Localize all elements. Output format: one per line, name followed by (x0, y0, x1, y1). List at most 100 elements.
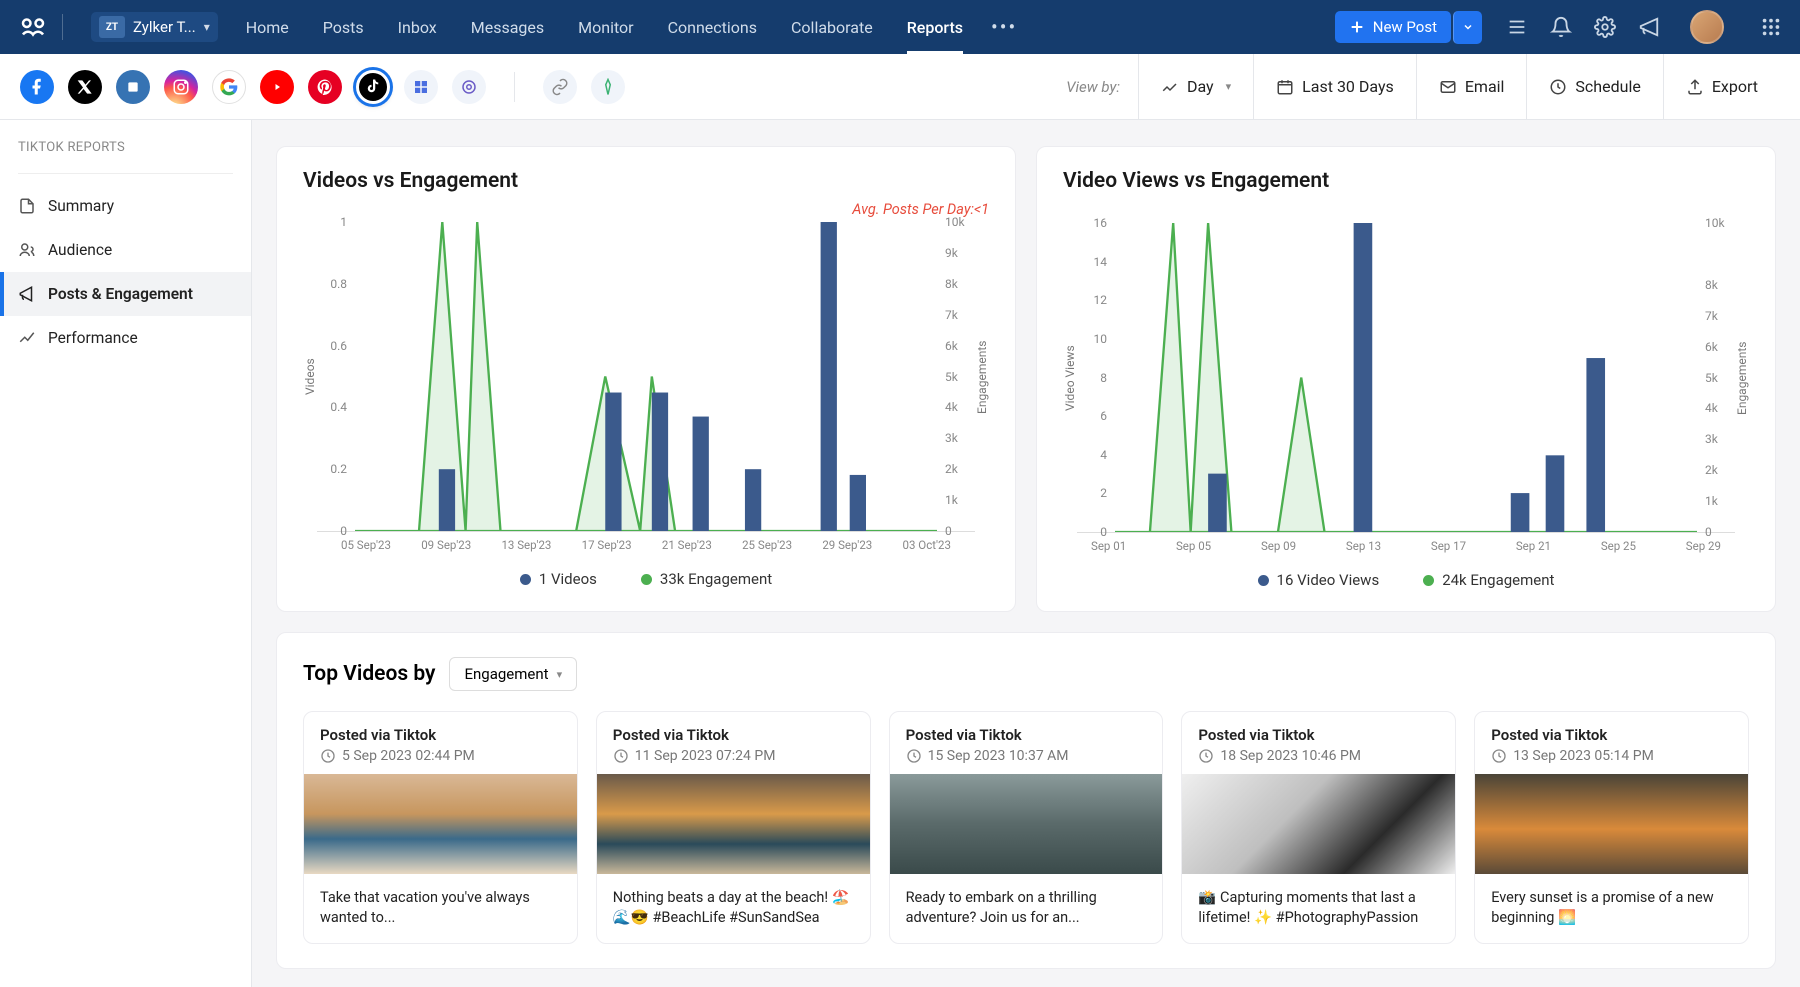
view-by-label: View by: (1066, 78, 1120, 96)
youtube-icon[interactable] (260, 70, 294, 104)
vertical-separator (514, 72, 515, 102)
sidebar-item-label: Performance (48, 329, 138, 347)
users-icon (18, 241, 36, 259)
tab-connections[interactable]: Connections (668, 0, 757, 54)
sidebar-item-audience[interactable]: Audience (0, 228, 251, 272)
video-caption: Every sunset is a promise of a new begin… (1475, 874, 1748, 943)
video-source: Posted via Tiktok (320, 726, 561, 744)
facebook-icon[interactable] (20, 70, 54, 104)
video-card[interactable]: Posted via Tiktok 15 Sep 2023 10:37 AM R… (889, 711, 1164, 944)
x-tick: Sep 13 (1346, 539, 1381, 553)
video-source: Posted via Tiktok (906, 726, 1147, 744)
megaphone-icon[interactable] (1638, 16, 1660, 38)
video-card[interactable]: Posted via Tiktok 5 Sep 2023 02:44 PM Ta… (303, 711, 578, 944)
tab-home[interactable]: Home (246, 0, 289, 54)
chart-svg (1115, 223, 1697, 532)
bell-icon[interactable] (1550, 16, 1572, 38)
top-videos-sort-selector[interactable]: Engagement ▾ (449, 657, 577, 691)
date-range-selector[interactable]: Last 30 Days (1253, 54, 1416, 120)
video-timestamp: 18 Sep 2023 10:46 PM (1198, 748, 1439, 764)
x-tick: 29 Sep'23 (822, 538, 872, 552)
sidebar-item-posts-engagement[interactable]: Posts & Engagement (0, 272, 251, 316)
threads-icon[interactable] (452, 70, 486, 104)
new-post-caret[interactable] (1453, 11, 1482, 44)
x-tick: Sep 29 (1686, 539, 1721, 553)
list-icon[interactable] (1506, 16, 1528, 38)
apps-grid-icon[interactable] (1760, 16, 1782, 38)
y-right-tick: 10k (1705, 216, 1735, 230)
email-button[interactable]: Email (1416, 54, 1527, 120)
y-right-tick: 7k (945, 308, 975, 322)
view-day-selector[interactable]: Day ▾ (1138, 54, 1253, 120)
tab-inbox[interactable]: Inbox (398, 0, 437, 54)
y-right-axis-label: Engagements (1735, 223, 1749, 533)
chart-line-icon (1161, 78, 1179, 96)
network-icons (20, 70, 625, 104)
sidebar-divider (18, 173, 233, 174)
linkedin-icon[interactable] (116, 70, 150, 104)
avg-posts-note: Avg. Posts Per Day:<1 (303, 201, 989, 218)
sidebar-item-performance[interactable]: Performance (0, 316, 251, 360)
legend-label: 24k Engagement (1442, 571, 1554, 589)
chart-title: Videos vs Engagement (303, 169, 989, 193)
tab-collaborate[interactable]: Collaborate (791, 0, 873, 54)
instagram-icon[interactable] (164, 70, 198, 104)
new-post-button[interactable]: New Post (1335, 11, 1451, 43)
tab-monitor[interactable]: Monitor (578, 0, 633, 54)
chart-box: Videos 1 0.8 0.6 0.4 0.2 0 10k 9k 8k 7k … (303, 222, 989, 532)
legend-item-videos: 1 Videos (520, 570, 597, 588)
sidebar: TIKTOK REPORTS Summary Audience Posts & … (0, 120, 252, 987)
x-twitter-icon[interactable] (68, 70, 102, 104)
x-axis-labels: 05 Sep'23 09 Sep'23 13 Sep'23 17 Sep'23 … (303, 532, 989, 552)
tab-posts[interactable]: Posts (323, 0, 364, 54)
clock-icon (320, 748, 336, 764)
y-left-tick: 16 (1077, 216, 1107, 230)
gear-icon[interactable] (1594, 16, 1616, 38)
x-tick: 03 Oct'23 (903, 538, 951, 552)
tiktok-icon[interactable] (356, 70, 390, 104)
new-post-label: New Post (1373, 18, 1437, 36)
top-videos-card: Top Videos by Engagement ▾ Posted via Ti… (276, 632, 1776, 969)
y-right-tick: 8k (1705, 278, 1735, 292)
y-right-tick: 3k (945, 431, 975, 445)
calendar-icon (1276, 78, 1294, 96)
y-left-tick: 0.8 (317, 277, 347, 291)
video-source: Posted via Tiktok (1198, 726, 1439, 744)
schedule-button[interactable]: Schedule (1526, 54, 1662, 120)
export-button[interactable]: Export (1663, 54, 1780, 120)
bluesky-icon[interactable] (404, 70, 438, 104)
more-tabs-icon[interactable]: ••• (991, 15, 1017, 39)
app-logo-icon[interactable] (18, 12, 48, 42)
legend-label: 33k Engagement (660, 570, 772, 588)
brand-selector[interactable]: ZT Zylker T... ▾ (91, 12, 218, 42)
tab-reports[interactable]: Reports (907, 0, 963, 54)
video-caption: Nothing beats a day at the beach! 🏖️🌊😎 #… (597, 874, 870, 943)
document-icon (18, 197, 36, 215)
video-card[interactable]: Posted via Tiktok 11 Sep 2023 07:24 PM N… (596, 711, 871, 944)
pinterest-icon[interactable] (308, 70, 342, 104)
y-left-tick: 4 (1077, 448, 1107, 462)
user-avatar[interactable] (1690, 10, 1724, 44)
google-icon[interactable] (212, 70, 246, 104)
brand-name-label: Zylker T... (133, 18, 196, 36)
location-icon[interactable] (591, 70, 625, 104)
video-thumbnail (597, 774, 870, 874)
clock-icon (1549, 78, 1567, 96)
y-left-tick: 8 (1077, 371, 1107, 385)
video-card[interactable]: Posted via Tiktok 18 Sep 2023 10:46 PM 📸… (1181, 711, 1456, 944)
video-timestamp: 11 Sep 2023 07:24 PM (613, 748, 854, 764)
logo-area (18, 12, 48, 42)
tab-messages[interactable]: Messages (471, 0, 544, 54)
y-left-tick: 2 (1077, 486, 1107, 500)
sidebar-item-label: Summary (48, 197, 114, 215)
y-left-tick: 0.2 (317, 462, 347, 476)
nav-right-icons (1506, 10, 1782, 44)
sidebar-item-summary[interactable]: Summary (0, 184, 251, 228)
chart-plot: 16 14 12 10 8 6 4 2 0 10k 8k 7k 6k 5k (1077, 223, 1735, 533)
x-tick: Sep 21 (1516, 539, 1551, 553)
video-card[interactable]: Posted via Tiktok 13 Sep 2023 05:14 PM E… (1474, 711, 1749, 944)
chart-card-videos-engagement: Videos vs Engagement Avg. Posts Per Day:… (276, 146, 1016, 612)
link-icon[interactable] (543, 70, 577, 104)
y-left-tick: 0.6 (317, 339, 347, 353)
sort-label: Engagement (464, 665, 548, 683)
